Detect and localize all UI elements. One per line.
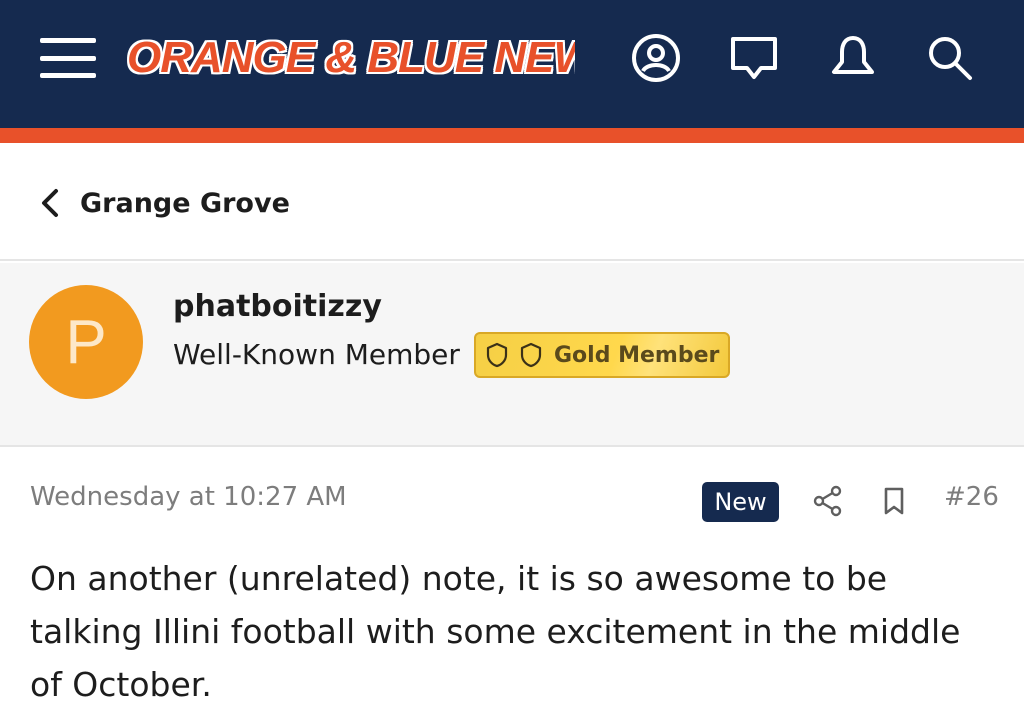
menu-icon[interactable] [40,38,96,78]
breadcrumb-back-link[interactable]: Grange Grove [38,183,290,223]
avatar[interactable]: P [29,285,143,399]
badge-label: Gold Member [554,342,720,368]
site-header: ORANGE & BLUE NEWS [0,0,1024,128]
header-accent-stripe [0,128,1024,143]
messages-icon[interactable] [726,30,782,86]
share-icon[interactable] [812,484,844,518]
shield-icon [486,342,508,368]
search-icon[interactable] [922,30,978,86]
chevron-left-icon [42,189,58,217]
post-number-link[interactable]: #26 [944,482,999,512]
site-logo[interactable]: ORANGE & BLUE NEWS [127,28,575,88]
username-link[interactable]: phatboitizzy [173,289,382,324]
bookmark-icon[interactable] [878,484,910,518]
breadcrumb: Grange Grove [0,143,1024,261]
breadcrumb-label: Grange Grove [80,187,290,219]
post-author-card: P phatboitizzy Well-Known Member Gold Me… [0,263,1024,447]
user-title: Well-Known Member [173,338,460,371]
new-badge: New [702,482,779,522]
account-icon[interactable] [628,30,684,86]
post-timestamp[interactable]: Wednesday at 10:27 AM [30,482,347,512]
post-body-text: On another (unrelated) note, it is so aw… [30,559,961,704]
gold-member-badge: Gold Member [474,332,730,378]
shield-icon [520,342,542,368]
alerts-icon[interactable] [825,30,881,86]
